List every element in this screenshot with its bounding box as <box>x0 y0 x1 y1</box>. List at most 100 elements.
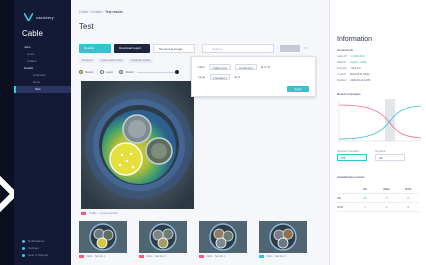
search-button[interactable] <box>280 45 300 52</box>
tag-icon <box>199 255 204 258</box>
breadcrumb: Cable › Details › Test results <box>79 10 123 14</box>
sidebar: vasiotery Cable Jobs Lines Cables Details Ov… <box>14 0 71 265</box>
information-panel: Information General info Cable ID C-2024-… <box>329 0 426 265</box>
insulation-select[interactable]: Insulation <box>209 74 231 80</box>
sidebar-list: Jobs Lines Cables Details Overview Runs Test <box>14 44 71 93</box>
filter-row: Filter Cable type Conductor ⊕ ⊖ ⟲ <box>198 64 270 70</box>
compare-select[interactable]: All <box>375 154 405 161</box>
chart-section-title: Result of Analysis <box>337 92 361 96</box>
thumbnail[interactable]: Cable · Sample 4 <box>259 221 307 258</box>
sidebar-footer-settings[interactable]: Settings <box>22 245 48 252</box>
thumbnail-caption-text: Cable · Sample 1 <box>86 255 106 258</box>
thumbnail-caption: Cable · Sample 4 <box>259 255 285 258</box>
table-row-label: OK <box>337 196 342 200</box>
opacity-slider-track[interactable] <box>137 72 177 73</box>
cable-type-select[interactable]: Cable type <box>208 64 232 70</box>
thumbnail-caption-text: Cable · Sample 4 <box>266 255 286 258</box>
brand-name: vasiotery <box>36 14 54 20</box>
legend-label: Layer <box>105 70 114 74</box>
section-title: Cable <box>22 29 43 38</box>
legend-label: Defect <box>85 70 94 74</box>
thumbnail-caption-text: Cable · Sample 2 <box>146 255 166 258</box>
info-field-key: Material <box>337 61 346 64</box>
compare-label: Compare <box>375 150 386 153</box>
filter-chips: All layers Cross-section view Heatmap ov… <box>79 59 154 63</box>
left-edge <box>0 0 14 265</box>
table-header-cell: NOK <box>404 187 412 191</box>
threshold-select[interactable]: 0.5 <box>337 154 367 161</box>
thumbnail-strip: Cable · Sample 1 Cable · Sample 2 Cable … <box>79 221 307 258</box>
info-field-value: 2024-03-11 09:42 <box>349 73 370 76</box>
legend-swatch <box>79 70 83 74</box>
refresh-icon[interactable]: ⟳ ⋮ <box>304 46 314 50</box>
info-field: Created 2024-03-11 09:42 <box>337 73 369 76</box>
info-field-value: C-2024-0117 <box>350 55 366 58</box>
table-cell: 3 <box>385 196 388 200</box>
filter-chip[interactable]: All layers <box>79 59 96 63</box>
layer-row-icons[interactable]: ⊕ ⊖ <box>234 75 240 79</box>
table-cell: 1 <box>364 205 366 209</box>
legend-item-shield[interactable]: Shield <box>119 70 134 74</box>
apply-button[interactable]: Apply <box>287 86 309 92</box>
table-header-cell: Warn <box>383 187 391 191</box>
table-cell: 12 <box>363 196 367 200</box>
sidebar-footer-notifications[interactable]: Notifications <box>22 238 48 245</box>
opacity-slider-thumb[interactable] <box>175 70 179 74</box>
sidebar-item-jobs[interactable]: Jobs <box>14 44 71 51</box>
breadcrumb-item[interactable]: Details <box>91 10 102 14</box>
main-content: Cable › Details › Test results Test Resu… <box>71 0 329 265</box>
filter-row-icons[interactable]: ⊕ ⊖ ⟲ <box>261 65 270 69</box>
legend-item-layer[interactable]: Layer <box>99 70 114 74</box>
image-caption-text: Cable · Cross-section <box>89 211 118 215</box>
thumbnail-image <box>139 221 187 253</box>
thumbnail[interactable]: Cable · Sample 2 <box>139 221 187 258</box>
info-field: Modified 2024-03-12 14:05 <box>337 79 370 82</box>
filter-chip[interactable]: Cross-section view <box>98 59 126 63</box>
sidebar-footer: Notifications Settings Help & Support <box>22 238 48 259</box>
info-field-key: Created <box>337 73 346 76</box>
sidebar-item-runs[interactable]: Runs <box>14 79 71 86</box>
breadcrumb-item[interactable]: Cable <box>79 10 88 14</box>
filter-chip[interactable]: Heatmap overlay <box>128 59 154 63</box>
tag-icon <box>259 255 264 258</box>
bell-icon <box>22 240 25 243</box>
thumbnail-caption: Cable · Sample 2 <box>139 255 165 258</box>
set-test-image-button[interactable]: Set as test image <box>153 44 195 53</box>
layer-row-label: Layer <box>198 75 206 79</box>
legend-item-defect[interactable]: Defect <box>79 70 94 74</box>
thumbnail-image <box>79 221 127 253</box>
table-row-label: NOK <box>337 205 344 209</box>
table-cell: 9 <box>407 205 410 209</box>
thumbnail-caption: Cable · Sample 1 <box>79 255 105 258</box>
sidebar-item-details[interactable]: Details <box>14 65 71 72</box>
threshold-label: Detection threshold <box>337 150 359 153</box>
sidebar-item-lines[interactable]: Lines <box>14 51 71 58</box>
legend: Defect Layer Shield <box>79 70 134 74</box>
gear-icon <box>22 247 25 250</box>
conductor-select[interactable]: Conductor <box>235 64 257 70</box>
thumbnail-image <box>199 221 247 253</box>
thumbnail-image <box>259 221 307 253</box>
results-button[interactable]: Results <box>79 44 111 53</box>
footer-label: Settings <box>28 246 39 250</box>
table-cell: 0 <box>407 196 410 200</box>
sidebar-item-test[interactable]: Test <box>14 86 71 93</box>
thumbnail[interactable]: Cable · Sample 1 <box>79 221 127 258</box>
table-row[interactable]: OK 12 3 0 <box>337 194 419 203</box>
brand-mark-icon <box>24 13 33 21</box>
legend-label: Shield <box>125 70 134 74</box>
sidebar-item-cables[interactable]: Cables <box>14 58 71 65</box>
thumbnail-caption: Cable · Sample 3 <box>199 255 225 258</box>
thumbnail[interactable]: Cable · Sample 3 <box>199 221 247 258</box>
sidebar-footer-help[interactable]: Help & Support <box>22 252 48 259</box>
download-report-button[interactable]: Download report <box>114 44 150 53</box>
sidebar-item-overview[interactable]: Overview <box>14 72 71 79</box>
info-field-value: Copper / XLPE <box>349 61 367 64</box>
app-window: vasiotery Cable Jobs Lines Cables Details Ov… <box>0 0 426 265</box>
search-input[interactable]: Search... <box>202 44 274 53</box>
brand-logo[interactable]: vasiotery <box>24 13 54 21</box>
cable-cross-section-image[interactable] <box>81 81 194 209</box>
table-row[interactable]: NOK 1 2 9 <box>337 203 419 212</box>
footer-label: Help & Support <box>28 253 49 257</box>
help-icon <box>22 254 25 257</box>
